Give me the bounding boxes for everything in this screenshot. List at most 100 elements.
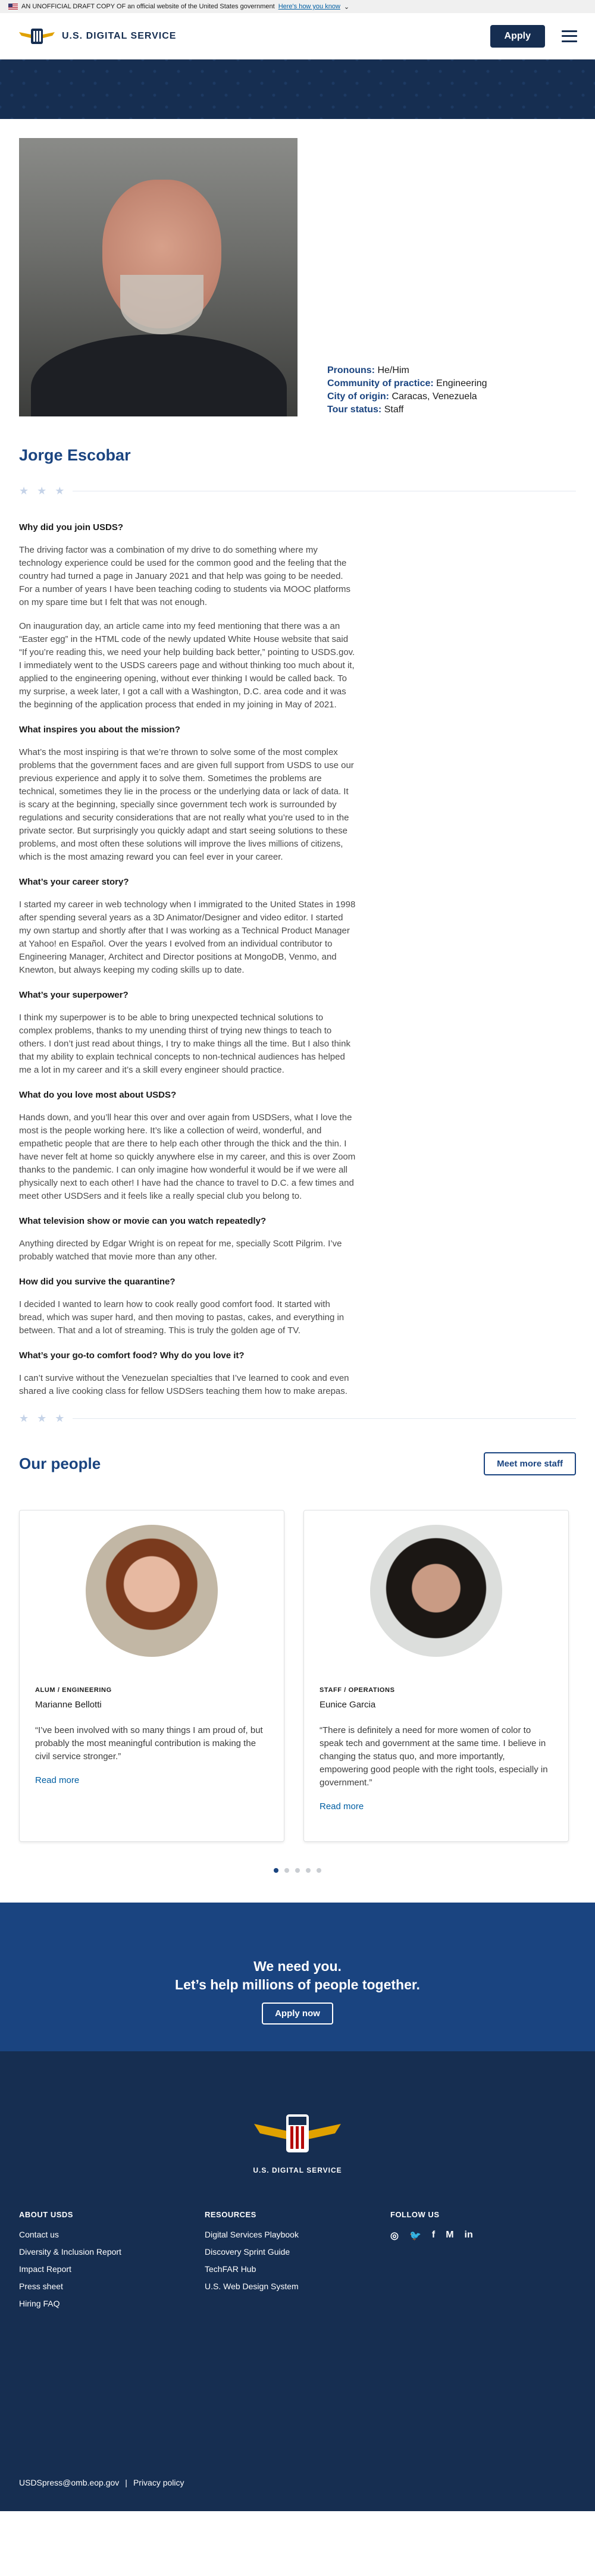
footer-link[interactable]: TechFAR Hub <box>205 2264 390 2274</box>
usds-logo[interactable]: U.S. DIGITAL SERVICE <box>18 26 176 46</box>
person-role: ALUM / ENGINEERING <box>35 1687 112 1694</box>
answer: Hands down, and you’ll hear this over an… <box>19 1112 356 1201</box>
profile-photo <box>19 138 298 416</box>
profile-section: Pronouns: He/Him Community of practice: … <box>0 138 595 1873</box>
footer-link[interactable]: U.S. Web Design System <box>205 2282 390 2291</box>
site-header: U.S. DIGITAL SERVICE Apply <box>0 13 595 59</box>
carousel-dot[interactable] <box>284 1868 289 1873</box>
logo-text: U.S. DIGITAL SERVICE <box>62 30 177 41</box>
footer-link[interactable]: Diversity & Inclusion Report <box>19 2247 205 2257</box>
people-carousel: ALUM / ENGINEERING Marianne Bellotti “I’… <box>19 1510 576 1842</box>
carousel-dot[interactable] <box>274 1868 278 1873</box>
qa-list: Why did you join USDS? The driving facto… <box>19 521 356 1398</box>
separator: | <box>125 2478 127 2487</box>
question: What’s your superpower? <box>19 990 129 1000</box>
footer-logo-text: U.S. DIGITAL SERVICE <box>253 2166 342 2174</box>
footer-bottom: USDSpress@omb.eop.gov | Privacy policy <box>19 2478 184 2487</box>
star-icon: ★ <box>19 1412 29 1424</box>
answer: On inauguration day, an article came int… <box>19 621 355 710</box>
footer-link[interactable]: Hiring FAQ <box>19 2299 205 2308</box>
about-title: ABOUT USDS <box>19 2210 73 2219</box>
footer-link[interactable]: Press sheet <box>19 2282 205 2291</box>
avatar <box>370 1525 502 1657</box>
apply-now-button[interactable]: Apply now <box>262 2002 333 2025</box>
person-name: Eunice Garcia <box>320 1700 376 1710</box>
question: What television show or movie can you wa… <box>19 1216 267 1226</box>
carousel-dot[interactable] <box>295 1868 300 1873</box>
eagle-logo-icon <box>19 28 55 44</box>
stars-banner <box>0 59 595 119</box>
linkedin-icon[interactable]: in <box>465 2230 473 2242</box>
origin-value: Caracas, Venezuela <box>392 391 477 402</box>
follow-title: FOLLOW US <box>390 2210 440 2219</box>
footer-columns: ABOUT USDS Contact us Diversity & Inclus… <box>19 2210 576 2316</box>
press-email-link[interactable]: USDSpress@omb.eop.gov <box>19 2478 119 2487</box>
star-icon: ★ <box>37 1412 47 1424</box>
cta-subheading: Let’s help millions of people together. <box>175 1977 420 1992</box>
our-people-header: Our people Meet more staff <box>19 1452 576 1475</box>
footer-link[interactable]: Contact us <box>19 2230 205 2239</box>
menu-icon[interactable] <box>562 30 577 42</box>
question: How did you survive the quarantine? <box>19 1277 176 1287</box>
cta-heading: We need you. <box>253 1958 342 1974</box>
profile-meta: Pronouns: He/Him Community of practice: … <box>327 364 487 416</box>
origin-label: City of origin: <box>327 391 389 402</box>
instagram-icon[interactable]: ◎ <box>390 2230 399 2242</box>
answer: I started my career in web technology wh… <box>19 900 356 975</box>
pronouns-label: Pronouns: <box>327 365 375 375</box>
meet-more-staff-button[interactable]: Meet more staff <box>484 1452 576 1475</box>
site-footer: U.S. DIGITAL SERVICE ABOUT USDS Contact … <box>0 2051 595 2511</box>
star-icon: ★ <box>37 485 47 497</box>
person-card[interactable]: STAFF / OPERATIONS Eunice Garcia “There … <box>303 1510 569 1842</box>
tour-value: Staff <box>384 405 404 415</box>
star-icon: ★ <box>55 485 65 497</box>
footer-link[interactable]: Digital Services Playbook <box>205 2230 390 2239</box>
read-more-link[interactable]: Read more <box>320 1801 553 1812</box>
answer: What’s the most inspiring is that we’re … <box>19 747 354 862</box>
apply-button[interactable]: Apply <box>490 24 545 48</box>
pronouns-value: He/Him <box>377 365 409 375</box>
privacy-policy-link[interactable]: Privacy policy <box>133 2478 184 2487</box>
twitter-icon[interactable]: 🐦 <box>409 2230 421 2242</box>
question: What’s your go-to comfort food? Why do y… <box>19 1350 245 1361</box>
person-card[interactable]: ALUM / ENGINEERING Marianne Bellotti “I’… <box>19 1510 284 1842</box>
question: What do you love most about USDS? <box>19 1090 177 1100</box>
footer-follow: FOLLOW US ◎ 🐦 f M in <box>390 2210 576 2316</box>
star-icon: ★ <box>19 485 29 497</box>
profile-name: Jorge Escobar <box>19 446 131 464</box>
question: What inspires you about the mission? <box>19 725 180 735</box>
answer: Anything directed by Edgar Wright is on … <box>19 1239 342 1262</box>
carousel-pagination <box>19 1868 576 1873</box>
social-links: ◎ 🐦 f M in <box>390 2230 576 2242</box>
footer-logo[interactable]: U.S. DIGITAL SERVICE <box>19 2051 576 2174</box>
answer: I think my superpower is to be able to b… <box>19 1013 350 1075</box>
answer: The driving factor was a combination of … <box>19 545 350 607</box>
person-quote: “I’ve been involved with so many things … <box>35 1725 263 1762</box>
carousel-dot[interactable] <box>306 1868 311 1873</box>
footer-link[interactable]: Impact Report <box>19 2264 205 2274</box>
us-flag-icon <box>8 4 18 10</box>
footer-about: ABOUT USDS Contact us Diversity & Inclus… <box>19 2210 205 2316</box>
person-quote: “There is definitely a need for more wom… <box>320 1725 548 1788</box>
our-people-title: Our people <box>19 1455 101 1472</box>
question: What’s your career story? <box>19 877 129 887</box>
cta-section: We need you. Let’s help millions of peop… <box>0 1903 595 2051</box>
carousel-dot[interactable] <box>317 1868 321 1873</box>
banner-text: AN UNOFFICIAL DRAFT COPY OF an official … <box>21 3 275 10</box>
chevron-down-icon[interactable]: ⌄ <box>344 3 349 11</box>
eagle-logo-icon <box>254 2114 341 2152</box>
footer-link[interactable]: Discovery Sprint Guide <box>205 2247 390 2257</box>
section-divider: ★ ★ ★ <box>19 1412 576 1425</box>
footer-resources: RESOURCES Digital Services Playbook Disc… <box>205 2210 390 2316</box>
tour-label: Tour status: <box>327 405 382 415</box>
gov-banner: AN UNOFFICIAL DRAFT COPY OF an official … <box>0 0 595 13</box>
read-more-link[interactable]: Read more <box>35 1775 268 1785</box>
section-divider: ★ ★ ★ <box>19 485 576 497</box>
heres-how-link[interactable]: Here's how you know <box>278 3 340 10</box>
resources-title: RESOURCES <box>205 2210 256 2219</box>
question: Why did you join USDS? <box>19 522 123 532</box>
person-role: STAFF / OPERATIONS <box>320 1687 395 1694</box>
medium-icon[interactable]: M <box>446 2230 453 2242</box>
community-label: Community of practice: <box>327 378 434 388</box>
facebook-icon[interactable]: f <box>432 2230 435 2242</box>
